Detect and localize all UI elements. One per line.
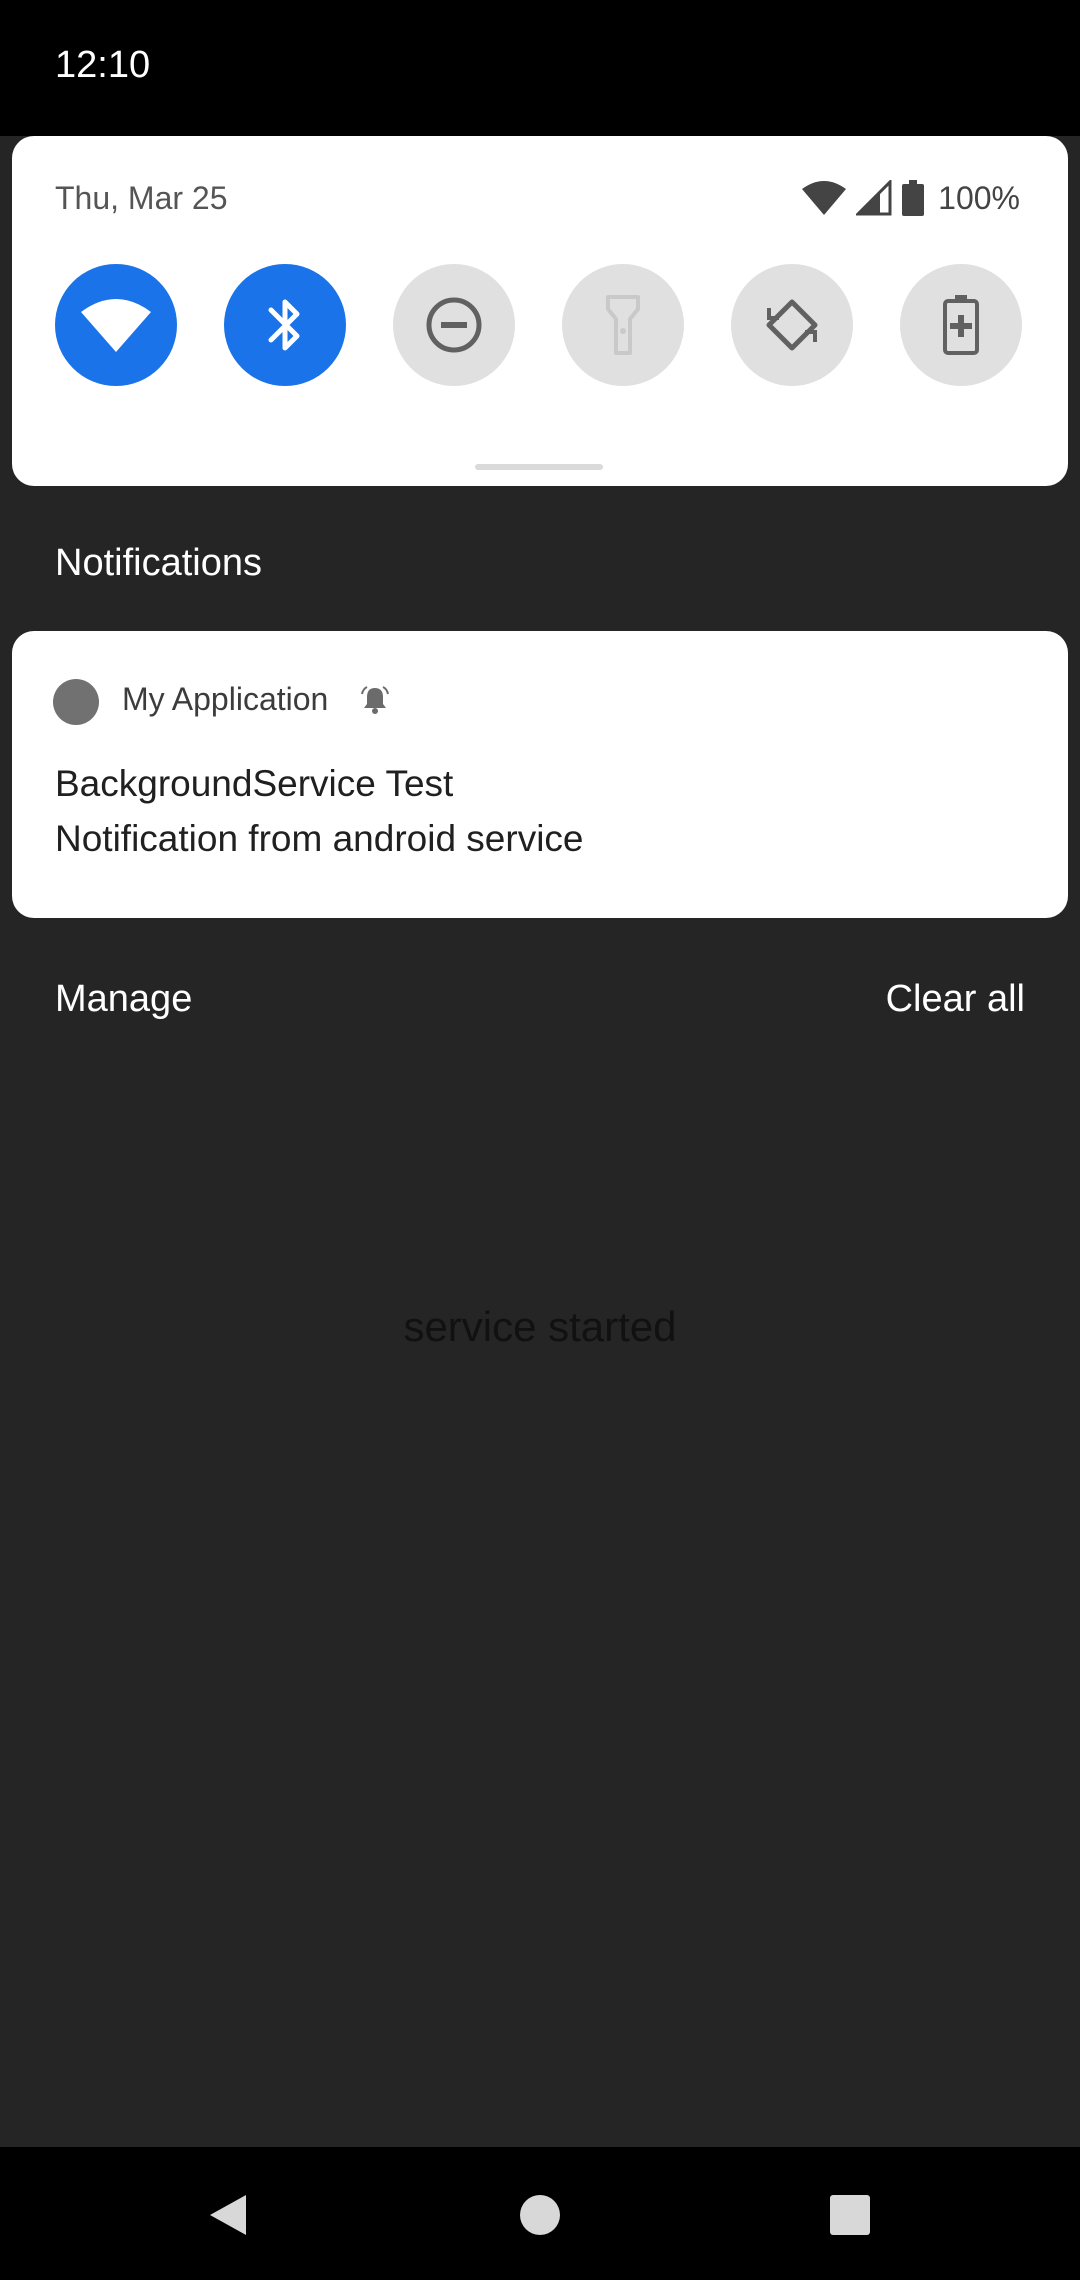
quick-settings-panel[interactable]: Thu, Mar 25 100% [12,136,1068,486]
manage-button[interactable]: Manage [55,978,192,1021]
tile-bluetooth[interactable] [224,264,346,386]
app-icon [53,679,99,725]
notification-title: BackgroundService Test [55,763,454,804]
clear-all-button[interactable]: Clear all [886,978,1025,1021]
wifi-icon [81,299,151,352]
rotate-icon [766,299,818,351]
back-icon [210,2195,246,2235]
flashlight-icon [606,295,640,355]
notification-app-name: My Application [122,681,329,717]
cellular-signal-icon [856,180,892,216]
qs-status-icons: 100% [802,176,1020,220]
battery-icon [902,180,925,216]
tile-flashlight[interactable] [562,264,684,386]
home-button[interactable] [500,2175,580,2255]
navigation-bar [0,2147,1080,2280]
tile-auto-rotate[interactable] [731,264,853,386]
quick-settings-tiles [55,264,1035,386]
battery-saver-icon [943,295,979,355]
back-button[interactable] [188,2175,268,2255]
bluetooth-icon [268,299,300,351]
qs-date[interactable]: Thu, Mar 25 [55,180,228,217]
status-time: 12:10 [55,44,151,86]
notification-card[interactable]: My Application BackgroundService Test No… [12,631,1068,918]
tile-wifi[interactable] [55,264,177,386]
status-bar: 12:10 [0,0,1080,136]
tile-do-not-disturb[interactable] [393,264,515,386]
notification-text: Notification from android service [55,818,584,859]
recents-icon [830,2195,870,2235]
service-status-text: service started [403,1303,677,1350]
wifi-signal-icon [802,181,847,215]
alert-bell-icon [361,686,389,714]
dnd-icon [426,297,482,353]
tile-battery-saver[interactable] [900,264,1022,386]
notifications-heading: Notifications [55,542,262,584]
qs-drag-handle[interactable] [475,464,603,470]
battery-percent: 100% [938,179,1020,216]
recents-button[interactable] [810,2175,890,2255]
home-icon [520,2195,560,2235]
